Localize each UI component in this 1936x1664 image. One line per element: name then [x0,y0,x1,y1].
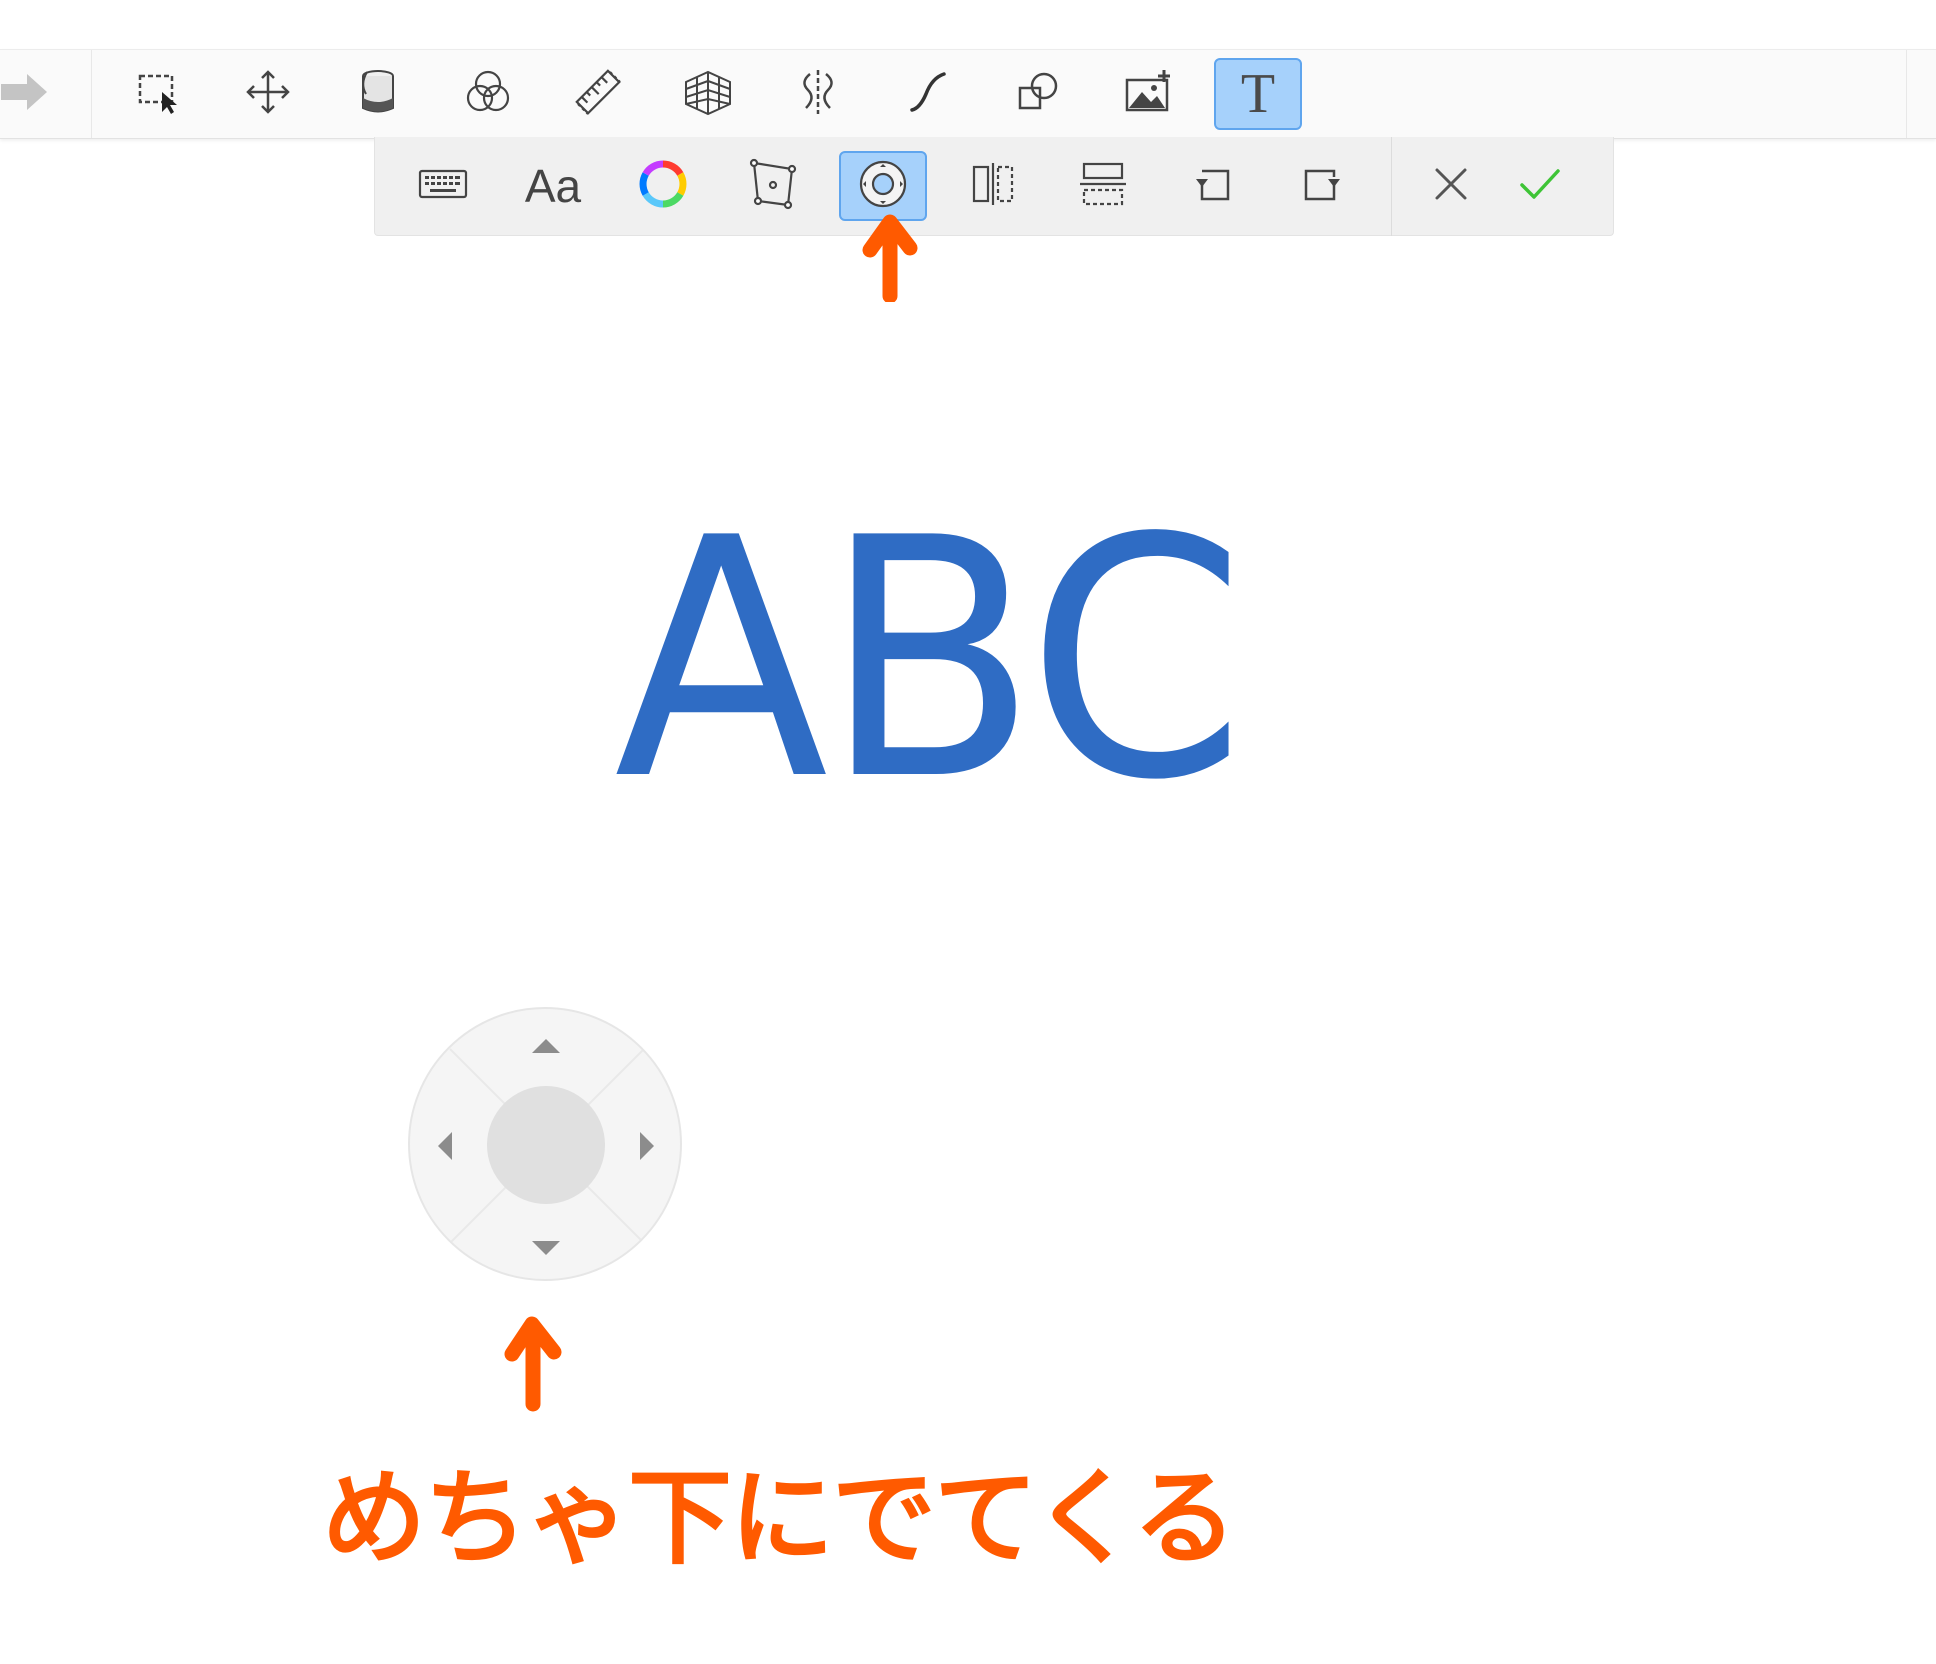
ruler-tool[interactable] [554,58,642,130]
handwritten-annotation: めちゃ下にでてくる [322,1457,1237,1579]
rotate-right-icon [1298,159,1348,213]
redo-button[interactable] [0,58,56,130]
symmetry-tool[interactable] [774,58,862,130]
nudge-up-button[interactable] [530,1035,562,1061]
toolbar-divider [1391,137,1392,236]
color-wheel-icon [638,159,688,213]
nudge-down-button[interactable] [530,1237,562,1263]
toolbar-divider [91,50,92,138]
ruler-icon [574,68,622,120]
fill-tool[interactable] [334,58,422,130]
joystick-knob[interactable] [487,1086,605,1204]
text-options-toolbar: Aa [374,137,1614,236]
distort-button[interactable] [729,151,817,221]
flip-vertical-button[interactable] [1059,151,1147,221]
blend-tool[interactable] [444,58,532,130]
close-icon [1426,159,1476,213]
toolbar-divider [1906,50,1907,138]
font-button[interactable]: Aa [509,151,597,221]
rotate-right-button[interactable] [1279,151,1367,221]
nudge-joystick[interactable] [408,1007,682,1281]
nudge-button[interactable] [839,151,927,221]
rotate-left-button[interactable] [1169,151,1257,221]
nudge-left-button[interactable] [434,1130,456,1166]
move-icon [244,68,292,120]
annotation-arrow-up [862,214,918,302]
paint-bucket-icon [354,68,402,120]
transform-tool[interactable] [224,58,312,130]
shapes-icon [1014,68,1062,120]
nudge-joystick-icon [858,159,908,213]
main-toolbar: T [0,49,1936,139]
text-tool-icon: T [1240,63,1276,125]
keyboard-button[interactable] [399,151,487,221]
image-tool[interactable] [1104,58,1192,130]
perspective-grid-icon [684,68,732,120]
rotate-left-icon [1188,159,1238,213]
selection-tool[interactable] [114,58,202,130]
symmetry-icon [794,68,842,120]
add-image-icon [1124,68,1172,120]
flip-vertical-icon [1078,159,1128,213]
cancel-button[interactable] [1413,151,1489,221]
text-tool[interactable]: T [1214,58,1302,130]
curve-icon [904,68,952,120]
app-screen: T Aa ABC めちゃ下にでてくる [0,0,1936,1664]
color-button[interactable] [619,151,707,221]
flip-horizontal-icon [968,159,1018,213]
font-icon: Aa [524,160,582,212]
shape-tool[interactable] [994,58,1082,130]
color-circles-icon [464,68,512,120]
keyboard-icon [418,159,468,213]
distort-icon [748,158,798,213]
stroke-tool[interactable] [884,58,972,130]
canvas-text-object[interactable]: ABC [614,495,1298,825]
annotation-arrow-up [504,1316,562,1412]
redo-arrow-icon [1,68,49,120]
perspective-tool[interactable] [664,58,752,130]
nudge-right-button[interactable] [636,1130,658,1166]
flip-horizontal-button[interactable] [949,151,1037,221]
selection-icon [134,68,182,120]
checkmark-icon [1514,159,1564,213]
confirm-button[interactable] [1501,151,1577,221]
